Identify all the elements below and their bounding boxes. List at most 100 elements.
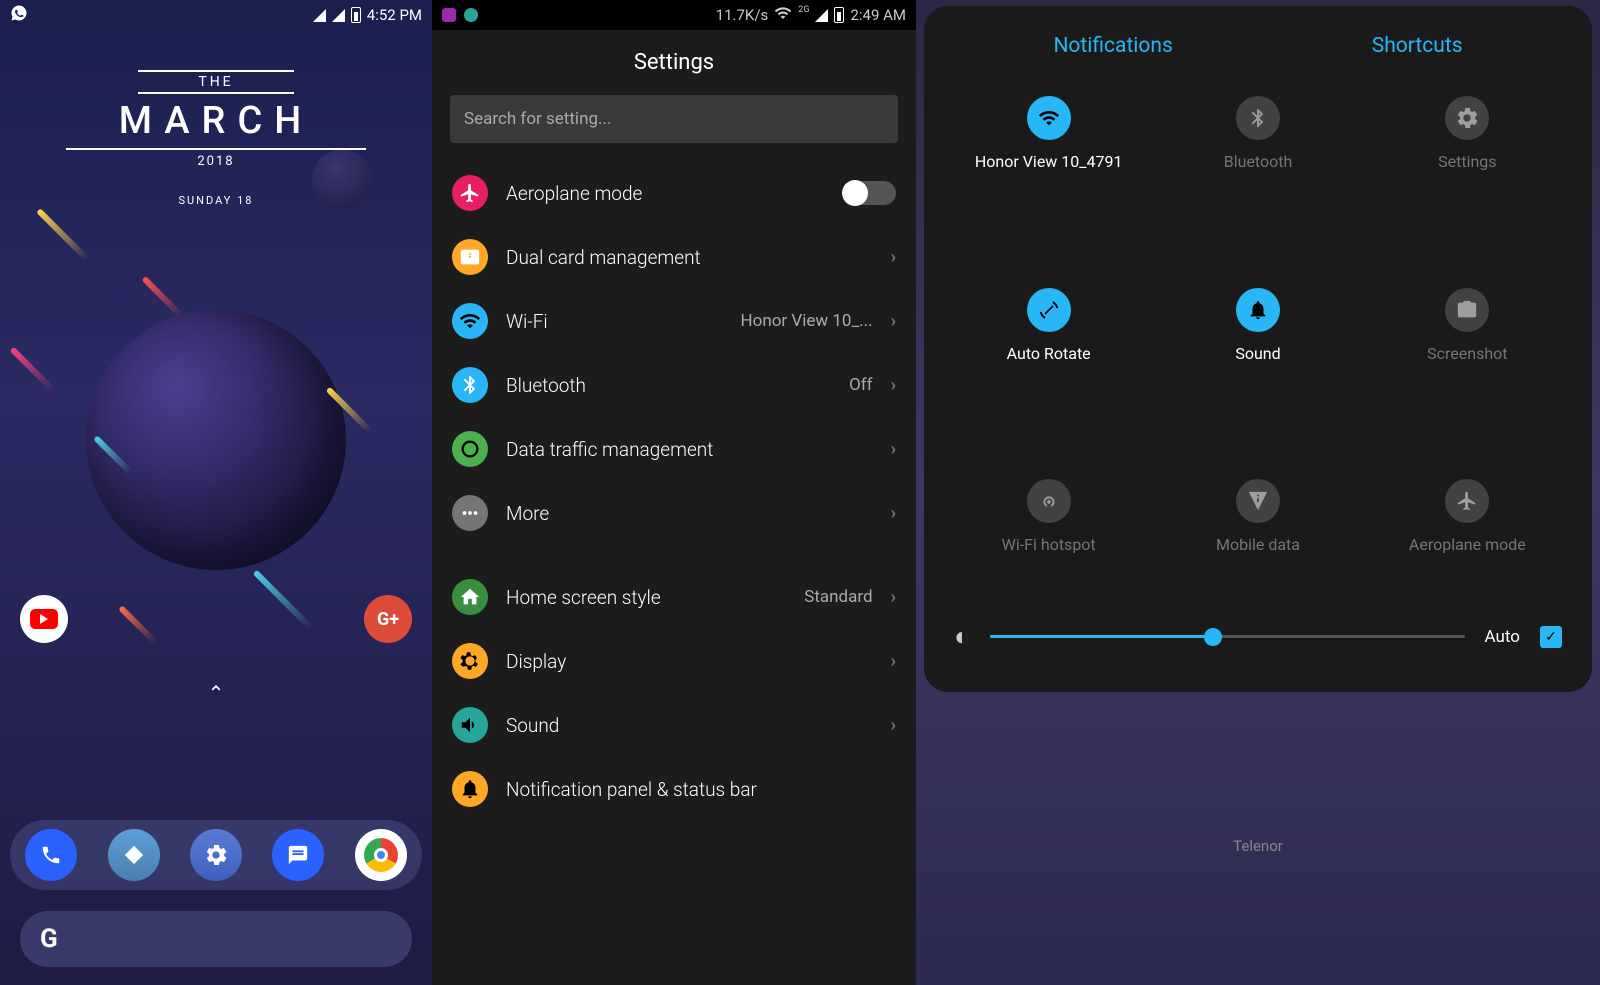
signal-icon: [313, 9, 326, 22]
toggle-switch[interactable]: [844, 181, 896, 205]
gallery-app-icon[interactable]: [108, 829, 160, 881]
brightness-control: ◐ Auto ✓: [954, 621, 1562, 672]
moon-decoration: [312, 150, 372, 210]
google-search-bar[interactable]: G: [20, 911, 412, 967]
chevron-right-icon: ›: [891, 651, 896, 672]
brightness-icon: ◐: [954, 621, 970, 652]
quick-settings-screen: Notifications Shortcuts Honor View 10_47…: [916, 0, 1600, 985]
tile-mobile-data[interactable]: Mobile data: [1163, 479, 1352, 621]
tile-label: Aeroplane mode: [1409, 535, 1526, 556]
tab-shortcuts[interactable]: Shortcuts: [1364, 26, 1471, 66]
quick-settings-panel: Notifications Shortcuts Honor View 10_47…: [924, 6, 1592, 692]
setting-label: Bluetooth: [506, 374, 831, 397]
setting-label: Aeroplane mode: [506, 182, 826, 205]
slider-thumb[interactable]: [1204, 628, 1222, 646]
tile-settings[interactable]: Settings: [1373, 96, 1562, 238]
tile-label: Honor View 10_4791: [975, 152, 1123, 173]
setting-aeroplane-mode[interactable]: Aeroplane mode: [432, 161, 916, 225]
home-screen: 4:52 PM THE MARCH 2018 SUNDAY 18 G+ ⌃ G: [0, 0, 432, 985]
google-plus-app-icon[interactable]: G+: [364, 595, 412, 643]
clock: 4:52 PM: [367, 6, 422, 24]
search-input[interactable]: Search for setting...: [450, 95, 898, 143]
setting-bluetooth[interactable]: Bluetooth Off ›: [432, 353, 916, 417]
chrome-app-icon[interactable]: [355, 829, 407, 881]
setting-label: Home screen style: [506, 586, 786, 609]
bluetooth-icon: [1236, 96, 1280, 140]
setting-value: Off: [849, 375, 873, 395]
network-type: 2G: [798, 5, 809, 15]
setting-label: Data traffic management: [506, 438, 873, 461]
app-drawer-handle[interactable]: ⌃: [208, 681, 225, 705]
setting-home-screen[interactable]: Home screen style Standard ›: [432, 565, 916, 629]
tile-wifi[interactable]: Honor View 10_4791: [954, 96, 1143, 238]
page-title: Settings: [432, 30, 916, 95]
comet-decoration: [10, 347, 57, 394]
data-icon: [452, 431, 488, 467]
tile-hotspot[interactable]: Wi-Fi hotspot: [954, 479, 1143, 621]
setting-notification-panel[interactable]: Notification panel & status bar: [432, 757, 916, 821]
setting-label: Wi-Fi: [506, 310, 723, 333]
bluetooth-icon: [452, 367, 488, 403]
battery-icon: [834, 7, 844, 23]
rotate-icon: [1027, 288, 1071, 332]
settings-app-icon[interactable]: [190, 829, 242, 881]
tile-auto-rotate[interactable]: Auto Rotate: [954, 288, 1143, 430]
setting-sound[interactable]: Sound ›: [432, 693, 916, 757]
messages-app-icon[interactable]: [272, 829, 324, 881]
setting-label: Sound: [506, 714, 873, 737]
clock: 2:49 AM: [850, 6, 906, 24]
widget-the: THE: [138, 70, 293, 94]
planet-decoration: [86, 310, 346, 570]
chevron-right-icon: ›: [891, 715, 896, 736]
setting-label: Notification panel & status bar: [506, 778, 896, 801]
tile-sound[interactable]: Sound: [1163, 288, 1352, 430]
tile-aeroplane[interactable]: Aeroplane mode: [1373, 479, 1562, 621]
comet-decoration: [36, 208, 90, 262]
setting-value: Standard: [804, 587, 872, 607]
whatsapp-icon: [10, 4, 28, 26]
tile-bluetooth[interactable]: Bluetooth: [1163, 96, 1352, 238]
chevron-right-icon: ›: [891, 587, 896, 608]
airplane-icon: [1445, 479, 1489, 523]
auto-brightness-label: Auto: [1485, 627, 1520, 647]
setting-label: More: [506, 502, 873, 525]
widget-month: MARCH: [0, 99, 432, 143]
carrier-label: Telenor: [916, 837, 1600, 855]
tab-notifications[interactable]: Notifications: [1045, 26, 1180, 66]
more-icon: [452, 495, 488, 531]
setting-wifi[interactable]: Wi-Fi Honor View 10_... ›: [432, 289, 916, 353]
network-speed: 11.7K/s: [716, 6, 769, 24]
hotspot-icon: [1027, 479, 1071, 523]
notification-icon: [452, 771, 488, 807]
gear-icon: [1445, 96, 1489, 140]
setting-label: Dual card management: [506, 246, 873, 269]
home-icon: [452, 579, 488, 615]
signal-icon: [332, 9, 345, 22]
brightness-slider[interactable]: [990, 635, 1465, 638]
wifi-icon: [1027, 96, 1071, 140]
setting-dual-card[interactable]: Dual card management ›: [432, 225, 916, 289]
airplane-icon: [452, 175, 488, 211]
comet-decoration: [141, 276, 184, 319]
setting-more[interactable]: More ›: [432, 481, 916, 545]
tile-label: Screenshot: [1427, 344, 1507, 365]
mobile-data-icon: [1236, 479, 1280, 523]
tile-label: Mobile data: [1216, 535, 1300, 556]
setting-data-traffic[interactable]: Data traffic management ›: [432, 417, 916, 481]
search-placeholder: Search for setting...: [464, 109, 611, 129]
battery-icon: [351, 7, 361, 23]
tile-label: Settings: [1438, 152, 1496, 173]
auto-brightness-checkbox[interactable]: ✓: [1540, 626, 1562, 648]
setting-display[interactable]: Display ›: [432, 629, 916, 693]
youtube-app-icon[interactable]: [20, 595, 68, 643]
chevron-right-icon: ›: [891, 439, 896, 460]
status-bar: 11.7K/s 2G 2:49 AM: [432, 0, 916, 30]
phone-app-icon[interactable]: [25, 829, 77, 881]
wifi-icon: [452, 303, 488, 339]
settings-screen: 11.7K/s 2G 2:49 AM Settings Search for s…: [432, 0, 916, 985]
dock: [10, 820, 422, 890]
tile-label: Bluetooth: [1224, 152, 1293, 173]
bell-icon: [1236, 288, 1280, 332]
tile-screenshot[interactable]: Screenshot: [1373, 288, 1562, 430]
camera-icon: [1445, 288, 1489, 332]
